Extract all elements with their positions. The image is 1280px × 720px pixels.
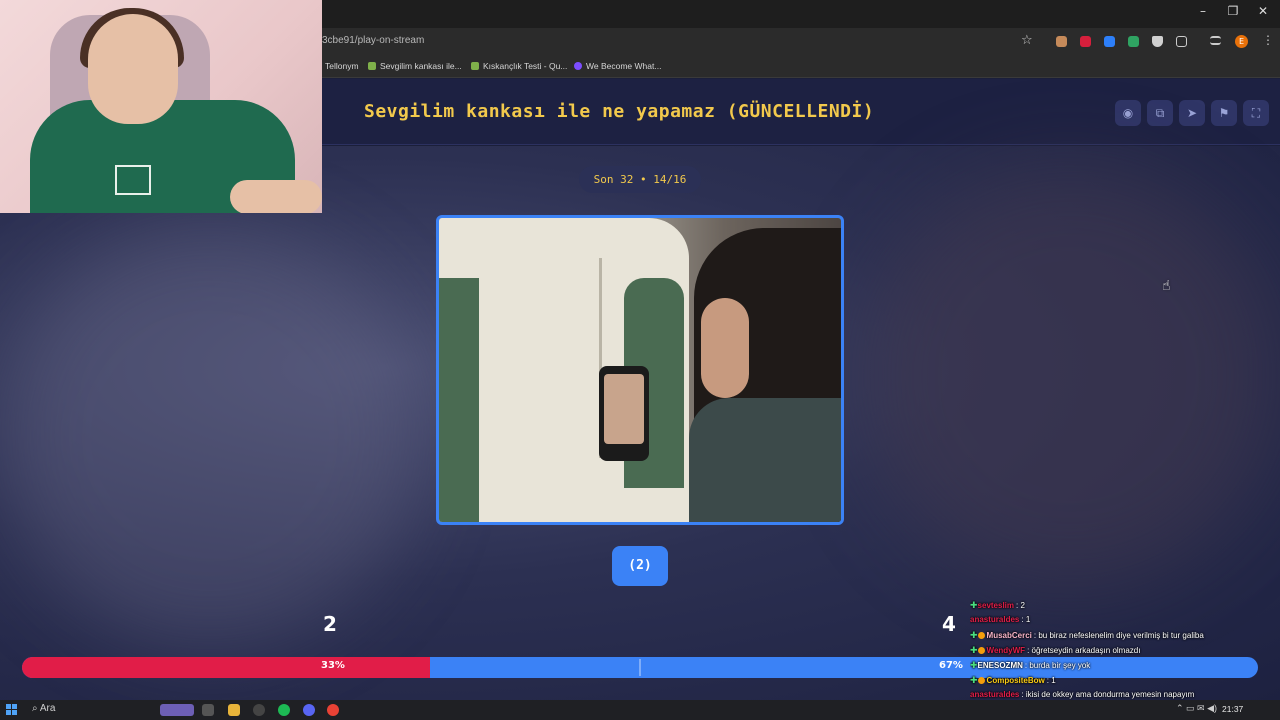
sub-badge-icon: ✚: [970, 645, 978, 655]
chat-message: ✚sevteslim: 2: [970, 600, 1025, 610]
shield-icon[interactable]: [1152, 36, 1163, 47]
profile-avatar[interactable]: E: [1235, 35, 1248, 48]
system-tray[interactable]: ⌃ ▭ ✉ ◀): [1176, 703, 1217, 714]
gold-badge-icon: [977, 647, 985, 654]
copy-icon[interactable]: ⧉: [1147, 100, 1173, 126]
flag-icon[interactable]: ⚑: [1211, 100, 1237, 126]
extension-icon[interactable]: [1080, 36, 1091, 47]
app-icon[interactable]: [253, 704, 265, 716]
photo-phone-screen: [604, 374, 644, 444]
bookmark-item[interactable]: Sevgilim kankası ile...: [368, 61, 462, 71]
bookmark-item[interactable]: Kıskançlık Testi - Qu...: [471, 61, 567, 71]
bookmark-favicon-icon: [471, 62, 479, 70]
url-field[interactable]: 3cbe91/play-on-stream: [322, 35, 424, 46]
webcam-person-arm: [230, 180, 322, 213]
taskbar-widget[interactable]: [160, 704, 194, 716]
chat-text: ikisi de okkey ama dondurma yemesin napa…: [1025, 690, 1195, 699]
vote-bar-left-fill: [22, 657, 430, 678]
gold-badge-icon: [977, 632, 985, 639]
webcam-person-head: [88, 14, 178, 124]
file-explorer-icon[interactable]: [228, 704, 240, 716]
restore-icon[interactable]: ❐: [1218, 4, 1248, 18]
extension-icon[interactable]: [1056, 36, 1067, 47]
choice-card[interactable]: [436, 215, 844, 525]
taskbar-clock: 21:37: [1222, 704, 1244, 714]
chat-message: anasturaldes: 1: [970, 615, 1031, 624]
spotify-icon[interactable]: [278, 704, 290, 716]
chat-username[interactable]: ENESOZMN: [978, 661, 1023, 670]
photo-sleeve: [439, 278, 479, 522]
chat-text: burda bir şey yok: [1029, 661, 1091, 670]
puzzle-icon[interactable]: [1176, 36, 1187, 47]
send-icon[interactable]: ➤: [1179, 100, 1205, 126]
hand-cursor-icon: ☝: [1162, 278, 1171, 294]
minimize-icon[interactable]: –: [1188, 4, 1218, 18]
fullscreen-icon[interactable]: ⛶: [1243, 100, 1269, 126]
photo-person-face: [701, 298, 749, 398]
chat-message: ✚ CompositeBow: 1: [970, 675, 1056, 685]
gold-badge-icon: [977, 677, 985, 684]
chat-text: 1: [1025, 615, 1031, 624]
chat-username[interactable]: WendyWF: [987, 646, 1026, 655]
menu-icon[interactable]: ⋮: [1262, 33, 1274, 47]
photo-person-jacket: [689, 398, 841, 522]
chat-username[interactable]: anasturaldes: [970, 615, 1019, 624]
webcam-overlay: [0, 0, 322, 213]
chat-message: ✚ MusabCerci: bu biraz nefeslenelim diye …: [970, 630, 1204, 640]
close-icon[interactable]: ✕: [1248, 4, 1278, 18]
bookmark-item[interactable]: We Become What...: [574, 61, 661, 71]
sub-badge-icon: ✚: [970, 675, 978, 685]
eye-icon[interactable]: ◉: [1115, 100, 1141, 126]
right-score: 4: [942, 612, 956, 636]
chat-text: 1: [1051, 676, 1056, 685]
sub-badge-icon: ✚: [970, 600, 978, 610]
chat-text: 2: [1020, 601, 1025, 610]
chat-username[interactable]: CompositeBow: [987, 676, 1045, 685]
windows-start-icon[interactable]: [6, 704, 18, 716]
chrome-icon[interactable]: [327, 704, 339, 716]
background-blur: [860, 166, 1280, 586]
timer-button[interactable]: (2): [612, 546, 668, 586]
vote-bar-midline: [639, 659, 641, 676]
sub-badge-icon: ✚: [970, 660, 978, 670]
chat-username[interactable]: sevteslim: [978, 601, 1014, 610]
bookmark-star-icon[interactable]: ☆: [1021, 33, 1033, 48]
left-percent: 33%: [321, 660, 345, 671]
taskbar-search[interactable]: ⌕ Ara: [32, 703, 55, 714]
chat-text: bu biraz nefeslenelim diye verilmiş bi t…: [1038, 631, 1204, 640]
chat-text: öğretseydin arkadaşın olmazdı: [1031, 646, 1141, 655]
extension-icon[interactable]: [1128, 36, 1139, 47]
extension-icon[interactable]: [1104, 36, 1115, 47]
right-percent: 67%: [939, 660, 963, 671]
page-title: Sevgilim kankası ile ne yapamaz (GÜNCELL…: [364, 101, 875, 122]
bookmark-item[interactable]: Tellonym: [325, 61, 359, 71]
search-icon: ⌕: [32, 703, 40, 714]
chat-username[interactable]: MusabCerci: [987, 631, 1032, 640]
background-blur: [0, 226, 420, 646]
sub-badge-icon: ✚: [970, 630, 978, 640]
left-score: 2: [323, 612, 337, 636]
chat-username[interactable]: anasturaldes: [970, 690, 1019, 699]
bookmark-favicon-icon: [368, 62, 376, 70]
screen: – ❐ ✕ 3cbe91/play-on-stream ☆ E ⋮ Tellon…: [0, 0, 1280, 720]
round-indicator: Son 32 • 14/16: [579, 166, 701, 193]
bookmark-favicon-icon: [574, 62, 582, 70]
chat-message: ✚ENESOZMN: burda bir şey yok: [970, 660, 1091, 670]
chat-message: ✚ WendyWF: öğretseydin arkadaşın olmazdı: [970, 645, 1141, 655]
photo-phone: [599, 366, 649, 461]
discord-icon[interactable]: [303, 704, 315, 716]
taskbar: ⌕ Ara ⌃ ▭ ✉ ◀) 21:37: [0, 700, 1280, 720]
task-view-icon[interactable]: [202, 704, 214, 716]
queue-icon[interactable]: [1210, 36, 1221, 45]
webcam-shirt-logo: [115, 165, 151, 195]
